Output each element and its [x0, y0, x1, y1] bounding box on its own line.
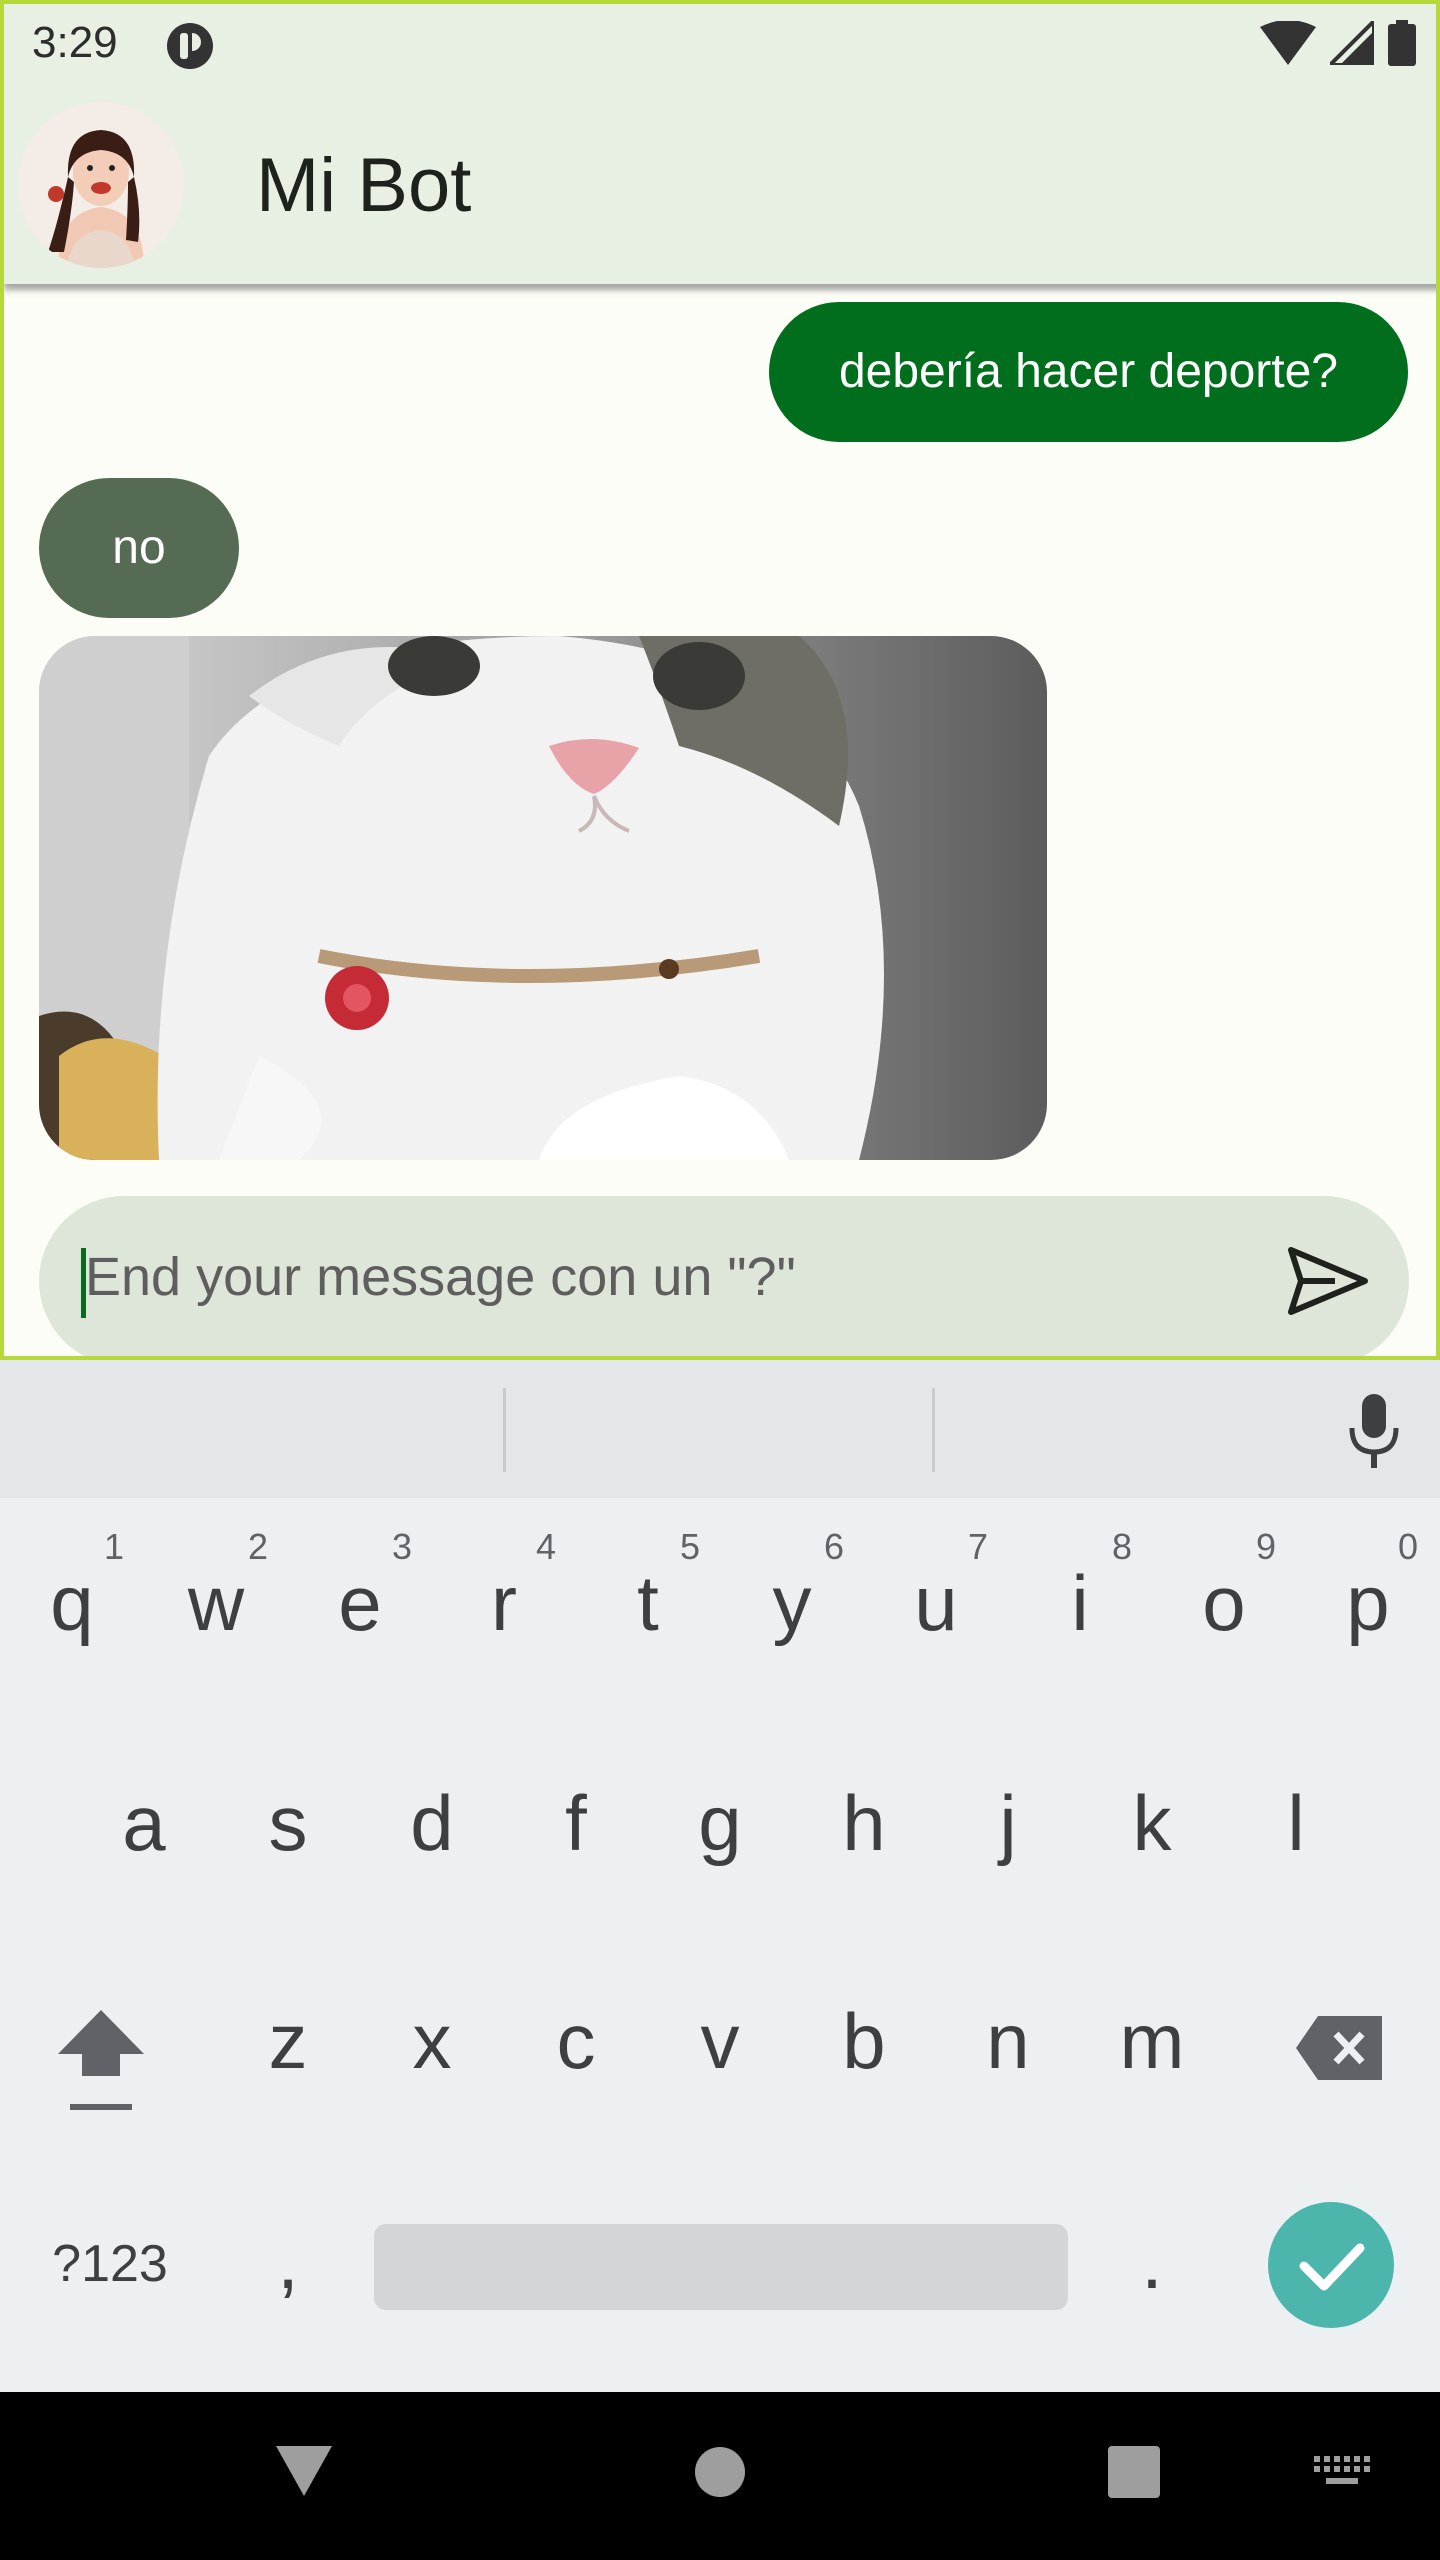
key-v[interactable]: v	[660, 1996, 780, 2087]
keyboard-switch-icon[interactable]	[1314, 2456, 1372, 2488]
space-bar[interactable]	[374, 2224, 1068, 2310]
suggestion-strip	[0, 1360, 1440, 1498]
bot-avatar[interactable]	[18, 102, 184, 268]
battery-icon	[1388, 20, 1416, 66]
navigation-bar	[0, 2392, 1440, 2560]
back-icon[interactable]	[276, 2446, 332, 2496]
key-q[interactable]: q	[12, 1558, 132, 1649]
enter-button[interactable]	[1268, 2202, 1394, 2328]
key-a[interactable]: a	[84, 1778, 204, 1869]
key-f[interactable]: f	[516, 1778, 636, 1869]
wifi-icon	[1260, 21, 1316, 65]
key-o[interactable]: o	[1164, 1558, 1284, 1649]
send-icon[interactable]	[1285, 1238, 1371, 1324]
key-r[interactable]: r	[444, 1558, 564, 1649]
key-i[interactable]: i	[1020, 1558, 1140, 1649]
key-p[interactable]: p	[1308, 1558, 1428, 1649]
app-bar: Mi Bot	[4, 84, 1436, 284]
message-input[interactable]: End your message con un "?"	[85, 1246, 796, 1308]
user-message-bubble: debería hacer deporte?	[768, 302, 1408, 442]
key-period[interactable]: .	[1092, 2216, 1212, 2307]
signal-icon	[1330, 21, 1374, 65]
key-t[interactable]: t	[588, 1558, 708, 1649]
key-g[interactable]: g	[660, 1778, 780, 1869]
app-title: Mi Bot	[256, 143, 472, 228]
status-time: 3:29	[32, 18, 118, 67]
chat-messages: debería hacer deporte? no End your messa…	[4, 284, 1436, 1356]
key-b[interactable]: b	[804, 1996, 924, 2087]
key-n[interactable]: n	[948, 1996, 1068, 2087]
key-z[interactable]: z	[228, 1996, 348, 2087]
key-l[interactable]: l	[1236, 1778, 1356, 1869]
suggestion-divider	[503, 1388, 506, 1472]
home-icon[interactable]	[694, 2446, 746, 2498]
app-notification-icon	[167, 23, 213, 69]
key-comma[interactable]: ,	[228, 2216, 348, 2307]
status-icons	[1260, 20, 1416, 66]
on-screen-keyboard: 1 2 3 4 5 6 7 8 9 0 q w e r t y u i o p …	[0, 1360, 1440, 2392]
key-x[interactable]: x	[372, 1996, 492, 2087]
key-h[interactable]: h	[804, 1778, 924, 1869]
bot-image-message[interactable]	[39, 636, 1047, 1160]
key-e[interactable]: e	[300, 1558, 420, 1649]
status-bar: 3:29	[4, 4, 1436, 84]
bot-message-bubble: no	[39, 478, 239, 618]
backspace-icon[interactable]	[1296, 2016, 1382, 2080]
key-j[interactable]: j	[948, 1778, 1068, 1869]
mic-icon[interactable]	[1344, 1394, 1404, 1468]
check-icon	[1299, 2243, 1365, 2291]
cat-image	[39, 636, 1047, 1160]
shift-icon[interactable]	[58, 2010, 144, 2112]
key-w[interactable]: w	[156, 1558, 276, 1649]
symbols-key[interactable]: ?123	[30, 2234, 190, 2294]
suggestion-divider	[932, 1388, 935, 1472]
key-m[interactable]: m	[1092, 1996, 1212, 2087]
recents-icon[interactable]	[1108, 2446, 1160, 2498]
key-d[interactable]: d	[372, 1778, 492, 1869]
key-y[interactable]: y	[732, 1558, 852, 1649]
key-k[interactable]: k	[1092, 1778, 1212, 1869]
chat-app: 3:29 Mi Bot debería hacer deporte? no En…	[0, 0, 1440, 1360]
key-c[interactable]: c	[516, 1996, 636, 2087]
key-u[interactable]: u	[876, 1558, 996, 1649]
key-s[interactable]: s	[228, 1778, 348, 1869]
message-composer: End your message con un "?"	[39, 1196, 1409, 1356]
